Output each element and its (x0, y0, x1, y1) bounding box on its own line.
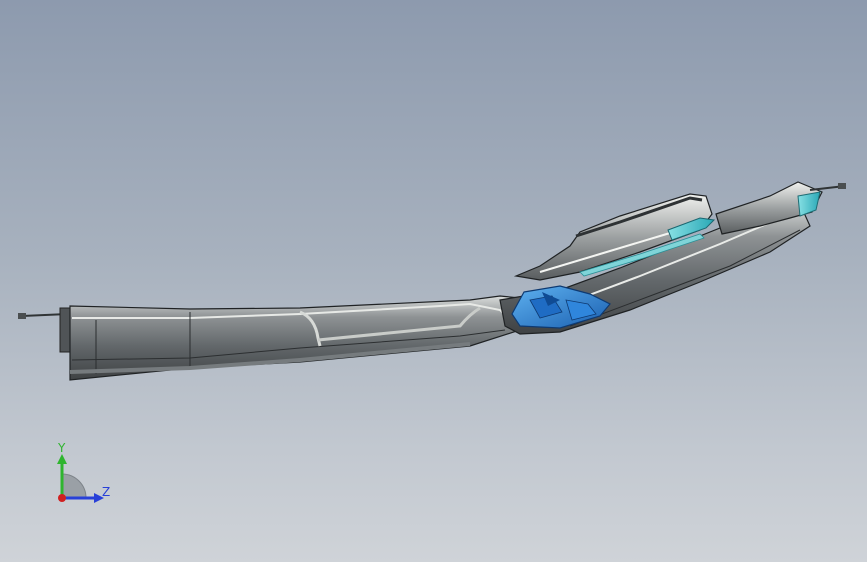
axis-triad-graphic (57, 454, 104, 503)
origin-dot (58, 494, 66, 502)
y-axis-label: Y (58, 441, 66, 455)
left-mounting-tab (18, 307, 71, 353)
axis-triad: Y Z (40, 440, 130, 520)
3d-viewport[interactable]: Y Z (0, 0, 867, 562)
cad-model[interactable] (0, 0, 867, 562)
main-rail-body[interactable] (69, 295, 541, 381)
z-axis-label: Z (102, 485, 111, 499)
